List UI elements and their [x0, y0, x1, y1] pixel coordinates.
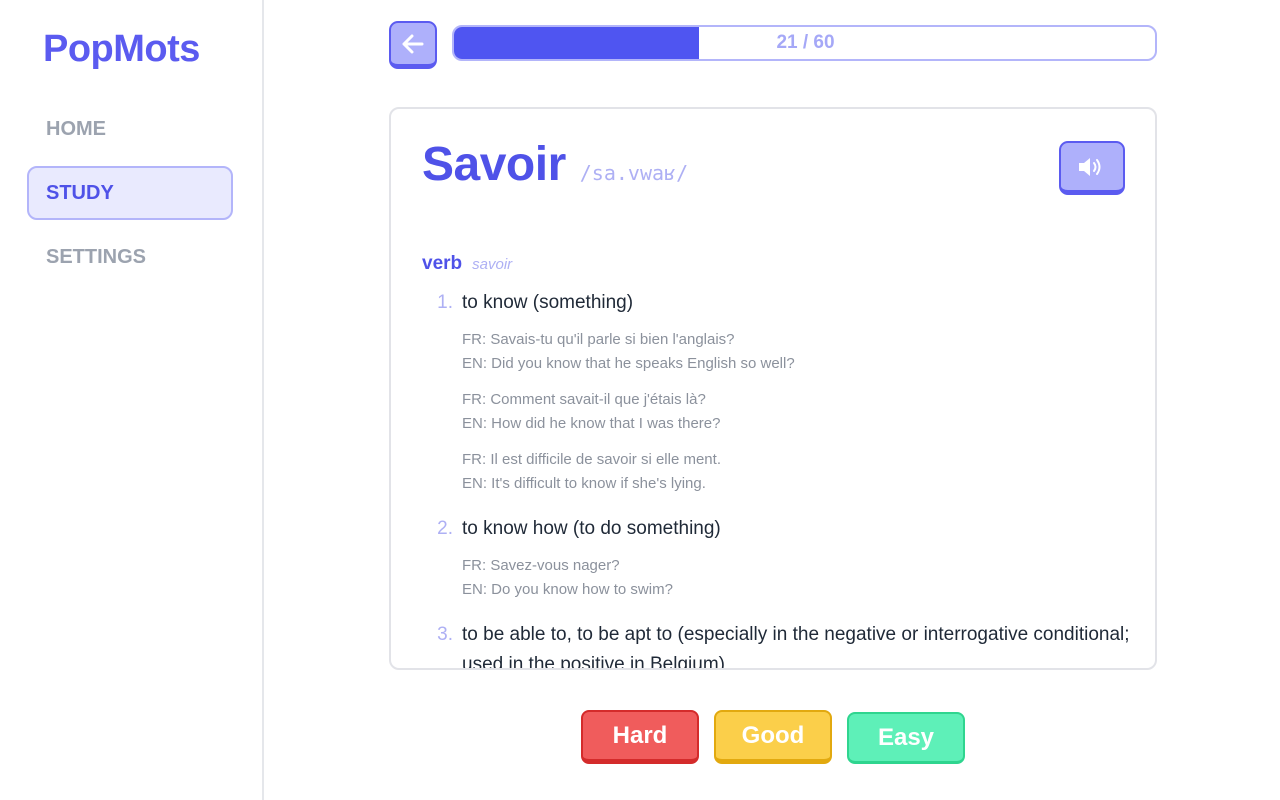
progress-bar: 21 / 60 [452, 25, 1157, 61]
sense-number: 3. [437, 624, 453, 645]
play-audio-button[interactable] [1059, 141, 1125, 195]
sense-item: 2. to know how (to do something) FR: Sav… [422, 514, 1135, 614]
example-pair: FR: Savais-tu qu'il parle si bien l'angl… [462, 328, 1135, 376]
example-pair: FR: Il est difficile de savoir si elle m… [462, 448, 1135, 496]
example-en: EN: Do you know how to swim? [462, 581, 673, 598]
example-pair: FR: Comment savait-il que j'étais là? EN… [462, 388, 1135, 436]
example-fr: FR: Savais-tu qu'il parle si bien l'angl… [462, 331, 735, 348]
headword: Savoir [422, 138, 566, 191]
sense-definition: to know how (to do something) [462, 518, 721, 539]
nav-item-home[interactable]: HOME [27, 102, 233, 156]
example-fr: FR: Savez-vous nager? [462, 557, 620, 574]
speaker-icon [1079, 157, 1101, 176]
part-of-speech: verb [422, 253, 463, 274]
example-fr: FR: Il est difficile de savoir si elle m… [462, 451, 721, 468]
back-button[interactable] [389, 21, 437, 69]
arrow-left-icon [402, 34, 424, 53]
sense-list: 1. to know (something) FR: Savais-tu qu'… [422, 288, 1135, 670]
progress-count: 21 / 60 [776, 32, 835, 53]
flashcard: Savoir /sa.vwaʁ/ verb savoir 1. to know … [389, 107, 1157, 670]
rate-good-button[interactable]: Good [714, 710, 832, 764]
lemma: savoir [472, 256, 513, 273]
example-pair: FR: Savez-vous nager? EN: Do you know ho… [462, 554, 1135, 602]
sense-definition: to be able to, to be apt to (especially … [462, 624, 1130, 670]
app-logo[interactable]: PopMots [43, 28, 200, 71]
sense-number: 2. [437, 518, 453, 539]
sense-item: 1. to know (something) FR: Savais-tu qu'… [422, 288, 1135, 508]
sense-item: 3. to be able to, to be apt to (especial… [422, 620, 1135, 670]
sense-definition: to know (something) [462, 292, 634, 313]
headword-row: Savoir /sa.vwaʁ/ [422, 137, 688, 192]
part-of-speech-row: verb savoir [422, 253, 512, 275]
rate-easy-button[interactable]: Easy [847, 712, 965, 764]
example-en: EN: Did you know that he speaks English … [462, 355, 795, 372]
nav-item-study[interactable]: STUDY [27, 166, 233, 220]
example-en: EN: How did he know that I was there? [462, 415, 721, 432]
example-en: EN: It's difficult to know if she's lyin… [462, 475, 706, 492]
sidebar: PopMots HOME STUDY SETTINGS [0, 0, 264, 800]
pronunciation: /sa.vwaʁ/ [579, 161, 689, 185]
sense-number: 1. [437, 292, 453, 313]
example-fr: FR: Comment savait-il que j'étais là? [462, 391, 706, 408]
nav-item-settings[interactable]: SETTINGS [27, 230, 233, 284]
main-nav: HOME STUDY SETTINGS [27, 102, 233, 294]
rate-hard-button[interactable]: Hard [581, 710, 699, 764]
